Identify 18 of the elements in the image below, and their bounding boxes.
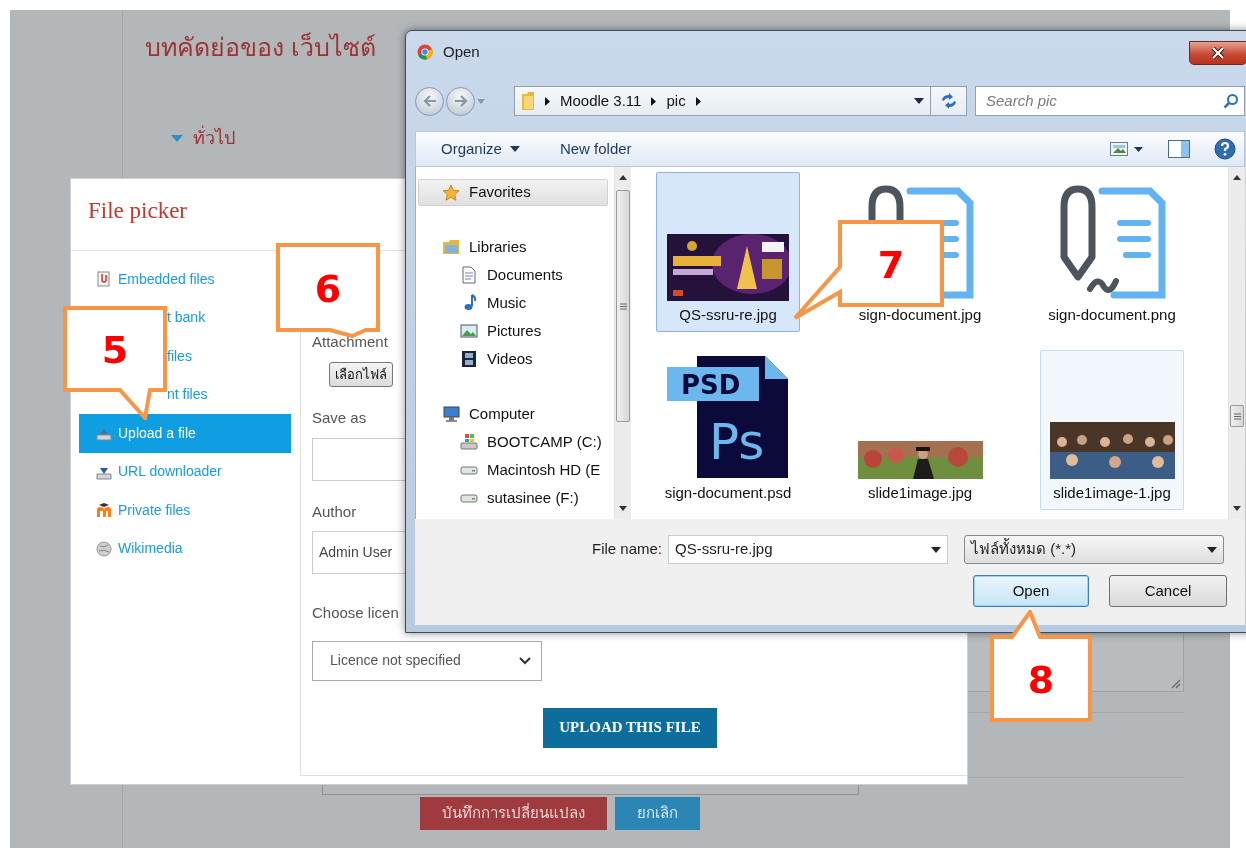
- callout-tooltip: 5: [63, 306, 167, 420]
- file-name: sign-document.png: [1047, 305, 1177, 325]
- file-type-label: PSD: [681, 369, 741, 400]
- callout-tooltip: 6: [276, 243, 380, 338]
- field-label: Save as: [312, 408, 367, 428]
- app-letters: Ps: [709, 412, 765, 471]
- file-name: sign-document.psd: [663, 482, 793, 503]
- file-name: QS-ssru-re.jpg: [678, 305, 778, 325]
- file-name: slide1image-1.jpg: [1052, 482, 1172, 503]
- file-name: sign-document.jpg: [857, 305, 983, 325]
- dialog-title: File picker: [88, 197, 187, 225]
- field-label: File name:: [592, 539, 663, 560]
- field-label: Author: [312, 501, 357, 522]
- window-title: Open: [443, 41, 480, 62]
- callout-tooltip: 8: [990, 610, 1092, 722]
- file-name: slide1image.jpg: [866, 482, 974, 503]
- page-title: บทคัดย่อของ เว็บไซต์: [145, 32, 376, 62]
- field-label: Choose licen: [312, 603, 399, 623]
